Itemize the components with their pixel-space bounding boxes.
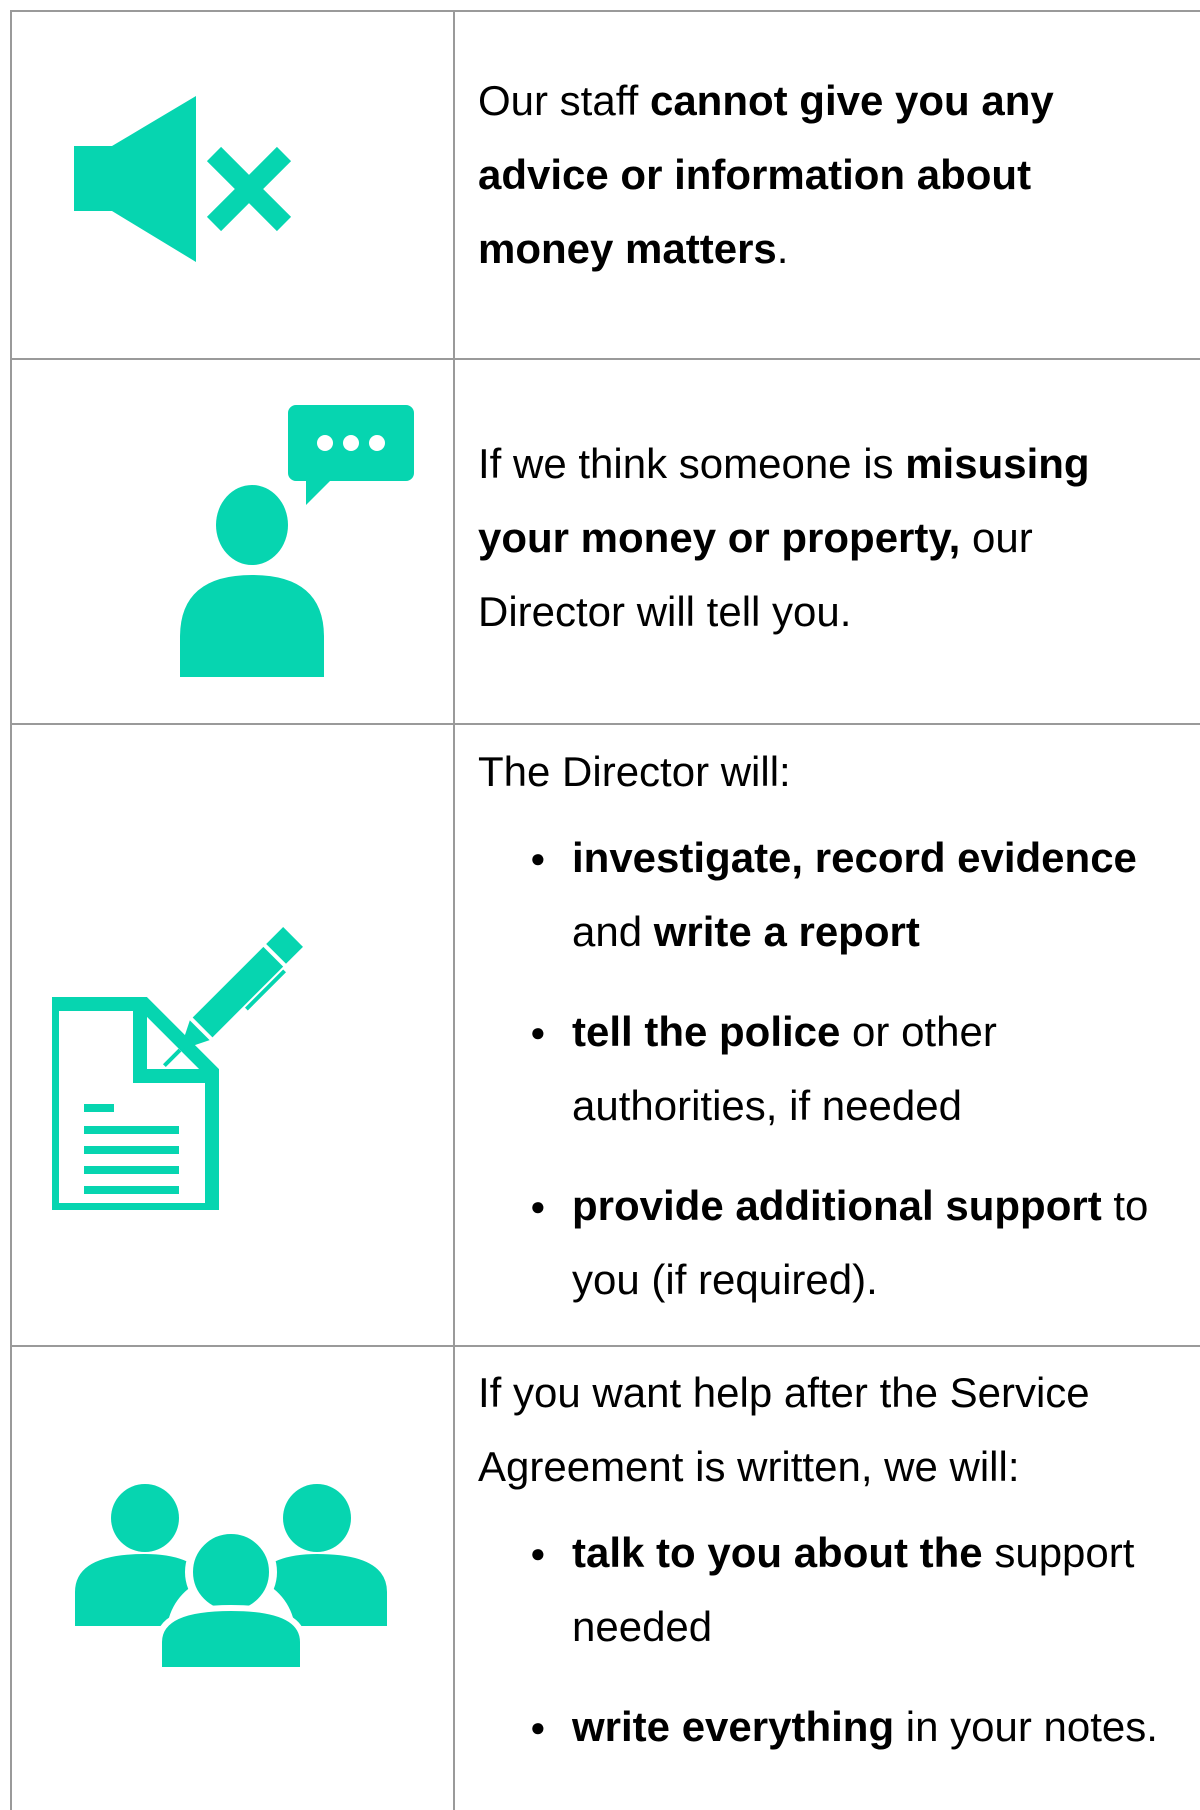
- text-bold-span: write a report: [653, 908, 920, 955]
- row-divider-1: [10, 358, 1200, 360]
- text-bold-span: tell the police: [572, 1008, 841, 1055]
- text-bold-span: talk to you about the: [572, 1529, 983, 1576]
- group-of-people-icon: [75, 1480, 387, 1670]
- row-divider-3: [10, 1345, 1200, 1347]
- text-span: .: [776, 225, 789, 272]
- text-bold-span: investigate, record evidence: [572, 834, 1137, 881]
- text-span: you (if required).: [572, 1256, 878, 1303]
- row-4-intro-line-1: If you want help after the Service: [478, 1369, 1090, 1416]
- table-left-border: [10, 10, 12, 1810]
- text-span: in your notes.: [894, 1703, 1158, 1750]
- row-3-intro: The Director will:: [478, 748, 791, 795]
- text-span: needed: [572, 1603, 713, 1650]
- text-bold-span: provide additional support: [572, 1182, 1102, 1229]
- speaker-muted-icon: [74, 96, 294, 266]
- text-span: support: [982, 1529, 1135, 1576]
- text-span: to: [1101, 1182, 1149, 1229]
- row-4-bullet-list: talk to you about the support needed wri…: [478, 1516, 1200, 1764]
- list-item: talk to you about the support needed: [478, 1516, 1200, 1664]
- text-span: and: [572, 908, 654, 955]
- row-1-line-3: money matters.: [478, 212, 1200, 286]
- text-bold-span: misusing: [905, 440, 1090, 487]
- row-2-line-3: Director will tell you.: [478, 575, 1200, 649]
- row-2-line-1: If we think someone is misusing: [478, 427, 1200, 501]
- text-span: or other: [840, 1008, 997, 1055]
- document-pen-icon: [52, 920, 332, 1210]
- person-speech-bubble-icon: [180, 405, 420, 677]
- row-1-text: Our staff cannot give you any advice or …: [478, 64, 1200, 286]
- row-1-line-1: Our staff cannot give you any: [478, 64, 1200, 138]
- text-span: Director will tell you.: [478, 588, 852, 635]
- row-2-text: If we think someone is misusing your mon…: [478, 427, 1200, 649]
- text-bold-span: cannot give you any: [649, 77, 1054, 124]
- row-4-text: If you want help after the Service Agree…: [478, 1356, 1200, 1764]
- text-bold-span: write everything: [572, 1703, 895, 1750]
- text-bold-span: your money or property,: [478, 514, 961, 561]
- row-3-text: The Director will: investigate, record e…: [478, 735, 1200, 1317]
- list-item: investigate, record evidence and write a…: [478, 821, 1200, 969]
- row-4-intro-line-2: Agreement is written, we will:: [478, 1443, 1020, 1490]
- list-item: write everything in your notes.: [478, 1690, 1200, 1764]
- text-span: authorities, if needed: [572, 1082, 962, 1129]
- text-bold-span: advice or information about: [478, 151, 1032, 198]
- table-top-border: [10, 10, 1200, 12]
- list-item: tell the police or other authorities, if…: [478, 995, 1200, 1143]
- text-span: our: [960, 514, 1033, 561]
- table-column-divider: [453, 10, 455, 1810]
- list-item: provide additional support to you (if re…: [478, 1169, 1200, 1317]
- row-divider-2: [10, 723, 1200, 725]
- row-3-bullet-list: investigate, record evidence and write a…: [478, 821, 1200, 1317]
- text-span: If we think someone is: [478, 440, 906, 487]
- text-span: Our staff: [478, 77, 650, 124]
- text-bold-span: money matters: [478, 225, 777, 272]
- row-1-line-2: advice or information about: [478, 138, 1200, 212]
- row-2-line-2: your money or property, our: [478, 501, 1200, 575]
